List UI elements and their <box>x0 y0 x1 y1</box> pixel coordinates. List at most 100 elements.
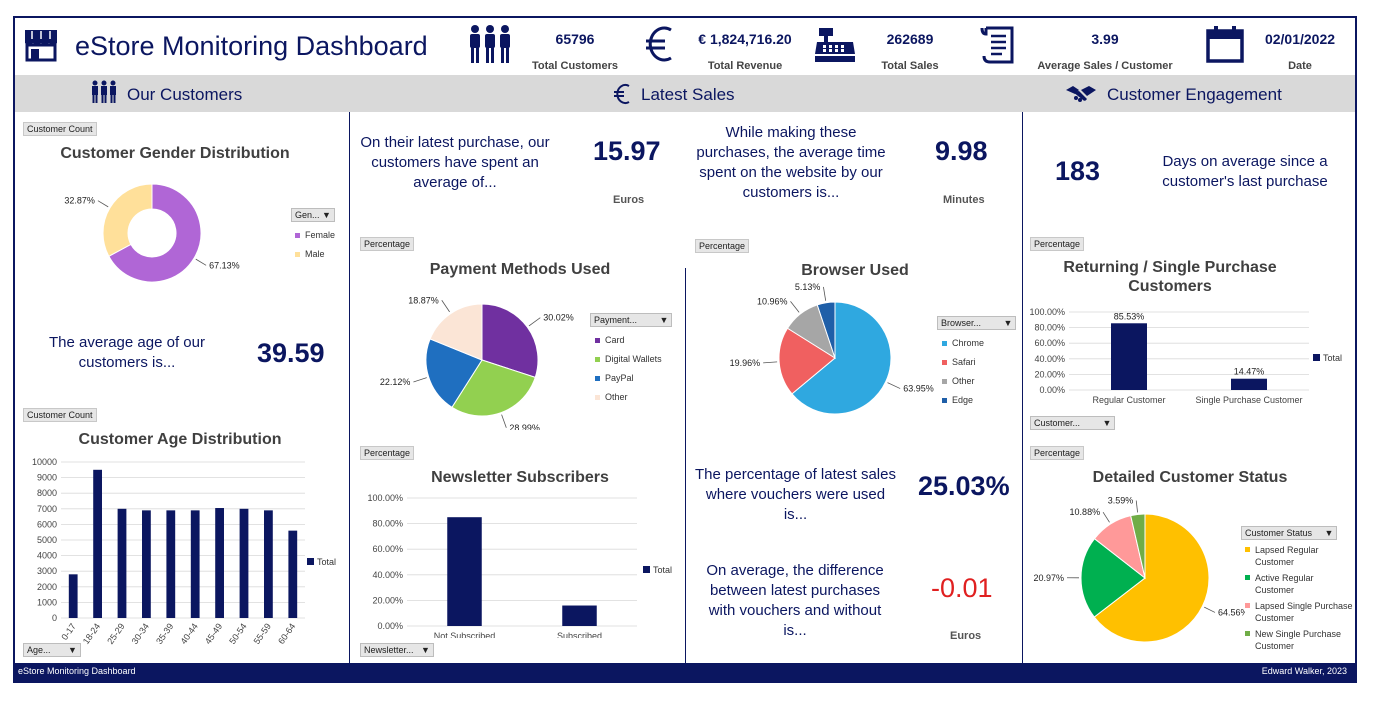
receipt-icon <box>978 24 1018 71</box>
browser-legend-swatch-2 <box>942 378 947 384</box>
cash-register-icon <box>813 26 857 69</box>
avg-spent-unit: Euros <box>613 194 645 206</box>
newsletter-y-tick-3: 60.00% <box>372 544 403 554</box>
kpi-total-revenue-label: Total Revenue <box>707 60 783 72</box>
column-divider-1 <box>349 112 350 663</box>
status-legend-swatch-3 <box>1245 631 1250 636</box>
age-y-tick-9: 9000 <box>37 473 57 483</box>
browser-legend-swatch-1 <box>942 359 947 365</box>
browser-filter-label: Browser... <box>941 318 982 328</box>
days-since-value: 183 <box>1055 156 1101 186</box>
status-legend-item-1: Active Regular Customer <box>1243 572 1353 596</box>
newsletter-bar-1 <box>562 605 597 626</box>
section-latest-sales: Latest Sales <box>641 85 735 104</box>
payment-filter-dropdown[interactable]: Payment... ▼ <box>590 313 673 327</box>
returning-y-tick-3: 60.00% <box>1034 338 1065 348</box>
newsletter-y-tick-1: 20.00% <box>372 595 403 605</box>
age-chart-title: Customer Age Distribution <box>78 431 282 448</box>
browser-legend-label-1: Safari <box>952 357 976 367</box>
payment-legend-label-2: PayPal <box>605 373 634 383</box>
status-legend-item-0: Lapsed Regular Customer <box>1243 544 1353 568</box>
payment-legend-label-3: Other <box>605 392 628 402</box>
age-bar-6 <box>215 508 224 618</box>
age-x-tick-6: 45-49 <box>203 621 224 646</box>
browser-legend-swatch-0 <box>942 340 947 346</box>
age-chart-tag: Customer Count <box>23 408 97 422</box>
payment-leader-2 <box>413 377 427 383</box>
gender-legend-label-0: Female <box>305 230 336 240</box>
browser-filter-dropdown[interactable]: Browser... ▼ <box>937 316 1017 330</box>
returning-chart-tag: Percentage <box>1030 237 1085 251</box>
status-legend-label-0: Lapsed Regular Customer <box>1255 545 1319 567</box>
age-y-tick-8: 8000 <box>37 488 57 498</box>
kpi-date-value: 02/01/2022 <box>1264 31 1336 47</box>
returning-bar-chart: 0.00% 20.00% 40.00% 60.00% 80.00% 100.00% Regu… <box>1029 307 1342 405</box>
gender-slice-1 <box>102 183 153 257</box>
age-filter-dropdown[interactable]: Age... ▼ <box>23 643 81 657</box>
returning-filter-dropdown[interactable]: Customer... ▼ <box>1030 416 1116 430</box>
gender-chart-title: Customer Gender Distribution <box>60 145 290 162</box>
newsletter-filter-dropdown[interactable]: Newsletter... ▼ <box>360 643 434 657</box>
kpi-avg-sales-label: Average Sales / Customer <box>1037 60 1173 72</box>
age-bar-3 <box>142 510 151 618</box>
voucher-diff-unit: Euros <box>950 630 982 642</box>
status-legend-swatch-0 <box>1245 547 1250 552</box>
age-y-tick-6: 6000 <box>37 519 57 529</box>
returning-bar-1 <box>1231 378 1267 390</box>
newsletter-legend-swatch <box>643 566 650 573</box>
age-x-tick-2: 25-29 <box>105 621 126 646</box>
status-data-label-3: 3.59% <box>1108 496 1134 505</box>
status-legend-item-3: New Single Purchase Customer <box>1243 628 1353 652</box>
age-y-tick-5: 5000 <box>37 535 57 545</box>
kpi-total-sales-label: Total Sales <box>881 60 939 72</box>
gender-legend-item-0: Female <box>293 226 335 245</box>
browser-leader-2 <box>790 301 800 313</box>
column-divider-2 <box>685 268 686 663</box>
footer-right-text: Edward Walker, 2023 <box>1261 666 1347 676</box>
gender-data-label-1: 32.87% <box>64 196 95 206</box>
age-bar-8 <box>264 510 273 618</box>
newsletter-chart-title: Newsletter Subscribers <box>431 469 609 486</box>
status-legend-label-3: New Single Purchase Customer <box>1255 629 1342 651</box>
payment-filter-label: Payment... <box>594 315 638 325</box>
gender-donut-chart: 67.13% 32.87% <box>64 183 240 283</box>
browser-legend-label-3: Edge <box>952 395 974 405</box>
status-legend-label-1: Active Regular Customer <box>1255 573 1314 595</box>
browser-legend-swatch-3 <box>942 397 947 403</box>
gender-filter-dropdown[interactable]: Gen... ▼ <box>291 208 335 222</box>
voucher-value: 25.03% <box>918 471 1010 501</box>
dropdown-arrow-icon: ▼ <box>659 315 669 325</box>
status-filter-dropdown[interactable]: Customer Status ▼ <box>1241 526 1338 540</box>
age-legend-label: Total <box>317 557 336 567</box>
status-legend-label-2: Lapsed Single Purchase Customer <box>1255 601 1353 623</box>
payment-legend-item-2: PayPal <box>593 369 662 388</box>
avg-spent-statement: On their latest purchase, our customers … <box>360 134 550 191</box>
age-y-tick-4: 4000 <box>37 551 57 561</box>
gender-data-label-0: 67.13% <box>209 260 240 270</box>
payment-legend-swatch-1 <box>595 356 600 362</box>
section-our-customers: Our Customers <box>127 85 243 104</box>
gender-legend: Female Male <box>293 226 335 264</box>
browser-legend-label-0: Chrome <box>952 338 985 348</box>
gender-leader-1 <box>97 200 109 208</box>
dropdown-arrow-icon: ▼ <box>68 645 77 655</box>
avg-spent-value: 15.97 <box>593 136 661 166</box>
browser-legend-label-2: Other <box>952 376 975 386</box>
age-x-tick-7: 50-54 <box>227 621 248 646</box>
returning-data-label-0: 85.53% <box>1114 311 1145 321</box>
returning-filter-label: Customer... <box>1034 418 1081 428</box>
status-data-label-0: 64.56% <box>1218 607 1245 617</box>
payment-legend-swatch-0 <box>595 337 600 343</box>
voucher-diff-statement: On average, the difference between lates… <box>706 562 884 639</box>
gender-legend-item-1: Male <box>293 245 335 264</box>
newsletter-bar-chart: 0.00% 20.00% 40.00% 60.00% 80.00% 100.00% Not … <box>367 493 672 638</box>
age-x-tick-9: 60-64 <box>276 621 297 646</box>
status-leader-0 <box>1204 606 1216 613</box>
dropdown-arrow-icon: ▼ <box>421 645 430 655</box>
gender-legend-swatch-0 <box>295 232 300 238</box>
payment-leader-0 <box>528 317 541 327</box>
handshake-icon <box>1065 84 1097 109</box>
payment-legend: Card Digital Wallets PayPal Other <box>593 331 662 407</box>
newsletter-x-tick-0: Not Subscribed <box>434 631 496 638</box>
status-leader-2 <box>1102 512 1110 523</box>
